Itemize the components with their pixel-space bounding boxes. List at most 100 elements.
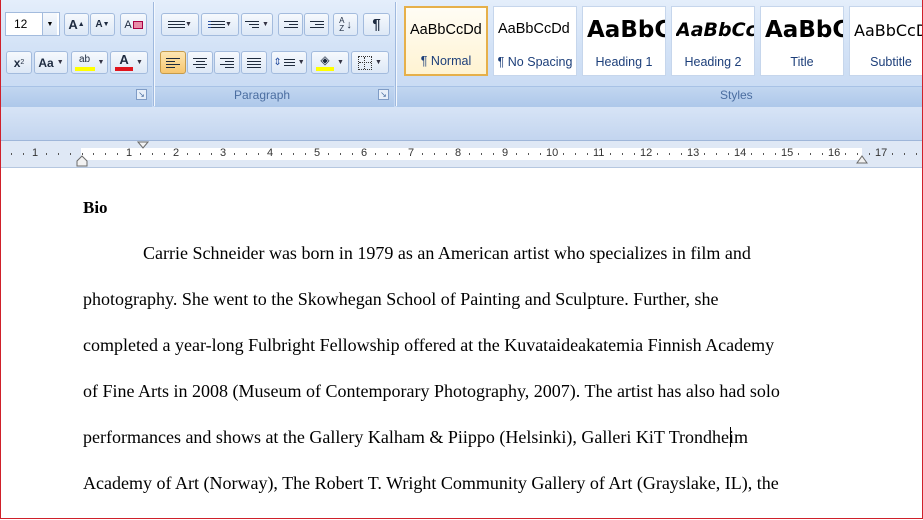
align-center-button[interactable] bbox=[187, 51, 213, 74]
ruler-tick bbox=[845, 153, 847, 155]
ruler-tick bbox=[751, 153, 753, 155]
ruler-tick bbox=[657, 153, 659, 155]
ruler-number: 4 bbox=[267, 147, 274, 159]
justify-button[interactable] bbox=[241, 51, 267, 74]
ruler-tick bbox=[575, 153, 576, 155]
ruler-tick bbox=[528, 153, 529, 155]
ribbon: 12 ▼ A ▲ A ▼ A x2 Aa ▼ ab ▼ A ▼ ▼ ▼ ▼ A … bbox=[1, 0, 922, 107]
align-center-icon bbox=[193, 57, 207, 68]
subscript-button[interactable]: x2 bbox=[6, 51, 32, 74]
font-color-icon: A bbox=[115, 52, 134, 71]
font-color-swatch bbox=[115, 67, 134, 71]
ruler-number: 1 bbox=[32, 147, 39, 159]
sort-button[interactable]: A Z ↓ bbox=[333, 13, 358, 36]
font-color-button[interactable]: A ▼ bbox=[110, 51, 148, 74]
ribbon-bottom-strip bbox=[1, 107, 922, 141]
ruler-number: 15 bbox=[781, 147, 794, 159]
document-line: Carrie Schneider was born in 1979 as an … bbox=[143, 243, 751, 263]
grow-font-icon: A bbox=[68, 17, 78, 32]
ruler-tick bbox=[398, 153, 400, 155]
ruler-number: 16 bbox=[828, 147, 841, 159]
numbering-button[interactable]: ▼ bbox=[201, 13, 239, 36]
font-size-combobox[interactable]: 12 ▼ bbox=[5, 12, 60, 36]
align-left-button[interactable] bbox=[160, 51, 186, 74]
ruler-tick bbox=[774, 153, 776, 155]
document-line: of Fine Arts in 2008 (Museum of Contempo… bbox=[83, 381, 780, 401]
document-line: Academy of Art (Norway), The Robert T. W… bbox=[83, 473, 779, 493]
style-heading-1[interactable]: AaBbC Heading 1 bbox=[582, 6, 666, 76]
style-preview: AaBbCcDd bbox=[410, 22, 482, 38]
change-case-button[interactable]: Aa ▼ bbox=[34, 51, 68, 74]
style-name: Title bbox=[790, 55, 814, 69]
shrink-font-button[interactable]: A ▼ bbox=[90, 13, 115, 36]
grow-font-button[interactable]: A ▲ bbox=[64, 13, 89, 36]
ruler-tick bbox=[622, 153, 623, 155]
shading-color-swatch bbox=[316, 66, 335, 71]
ruler-tick bbox=[610, 153, 612, 155]
multilevel-list-icon bbox=[245, 21, 260, 28]
bullets-button[interactable]: ▼ bbox=[161, 13, 199, 36]
style-subtitle[interactable]: AaBbCcD Subtitle bbox=[849, 6, 922, 76]
borders-button[interactable]: ▼ bbox=[351, 51, 389, 74]
ruler-tick bbox=[492, 153, 494, 155]
style-title[interactable]: AaBbC Title bbox=[760, 6, 844, 76]
group-separator bbox=[395, 2, 396, 106]
ruler-tick bbox=[46, 153, 48, 155]
clear-formatting-button[interactable]: A bbox=[120, 13, 147, 36]
ruler-tick bbox=[821, 153, 823, 155]
first-line-indent-marker-icon[interactable] bbox=[137, 141, 149, 150]
left-indent-marker-icon[interactable] bbox=[76, 155, 88, 167]
multilevel-list-button[interactable]: ▼ bbox=[241, 13, 273, 36]
ruler-tick bbox=[469, 153, 471, 155]
align-right-button[interactable] bbox=[214, 51, 240, 74]
ruler-tick bbox=[340, 153, 341, 155]
style-preview: AaBbC bbox=[587, 17, 665, 43]
ruler-tick bbox=[11, 153, 12, 155]
ruler-tick bbox=[163, 153, 165, 155]
align-left-icon bbox=[166, 57, 180, 68]
style-no-spacing[interactable]: AaBbCcDd ¶ No Spacing bbox=[493, 6, 577, 76]
shading-button[interactable]: ◈ ▼ bbox=[311, 51, 349, 74]
ruler-tick bbox=[915, 153, 917, 155]
style-normal[interactable]: AaBbCcDd ¶ Normal bbox=[404, 6, 488, 76]
ruler-tick bbox=[422, 153, 424, 155]
clear-format-letter: A bbox=[124, 18, 132, 31]
text-highlight-button[interactable]: ab ▼ bbox=[71, 51, 108, 74]
ruler-tick bbox=[105, 153, 106, 155]
horizontal-ruler[interactable]: 1 1 2 3 4 5 6 7 8 9 10 11 12 13 14 15 16 17 bbox=[1, 141, 922, 168]
eraser-icon: A bbox=[124, 18, 143, 31]
decrease-indent-button[interactable] bbox=[278, 13, 303, 36]
ruler-number: 11 bbox=[593, 147, 605, 159]
right-indent-marker-icon[interactable] bbox=[856, 155, 868, 164]
bullets-icon bbox=[168, 21, 186, 28]
paint-bucket-icon: ◈ bbox=[316, 54, 335, 71]
show-formatting-marks-button[interactable]: ¶ bbox=[363, 13, 390, 36]
ruler-tick bbox=[152, 153, 153, 155]
ruler-tick bbox=[633, 153, 635, 155]
ruler-number: 10 bbox=[546, 147, 559, 159]
highlight-color-swatch bbox=[74, 66, 95, 71]
numbering-icon bbox=[208, 21, 226, 28]
align-right-icon bbox=[220, 57, 234, 68]
increase-indent-button[interactable] bbox=[304, 13, 329, 36]
ruler-number: 5 bbox=[314, 147, 321, 159]
chevron-down-icon[interactable]: ▼ bbox=[42, 13, 57, 35]
quick-styles-gallery: AaBbCcDd ¶ Normal AaBbCcDd ¶ No Spacing … bbox=[401, 6, 922, 78]
change-case-icon: Aa bbox=[38, 55, 54, 70]
font-dialog-launcher-button[interactable]: ↘ bbox=[136, 89, 147, 100]
ruler-tick bbox=[304, 153, 306, 155]
line-spacing-button[interactable]: ⇕ ▼ bbox=[271, 51, 307, 74]
ruler-tick bbox=[868, 153, 870, 155]
pilcrow-icon: ¶ bbox=[372, 16, 381, 33]
ruler-tick bbox=[680, 153, 682, 155]
style-heading-2[interactable]: AaBbCc Heading 2 bbox=[671, 6, 755, 76]
ruler-tick bbox=[140, 153, 142, 155]
borders-icon bbox=[358, 55, 373, 70]
font-color-letter: A bbox=[119, 52, 129, 67]
ruler-number: 14 bbox=[734, 147, 747, 159]
ruler-tick bbox=[516, 153, 518, 155]
ruler-tick bbox=[246, 153, 247, 155]
ruler-tick bbox=[257, 153, 259, 155]
ruler-tick bbox=[798, 153, 800, 155]
paragraph-dialog-launcher-button[interactable]: ↘ bbox=[378, 89, 389, 100]
